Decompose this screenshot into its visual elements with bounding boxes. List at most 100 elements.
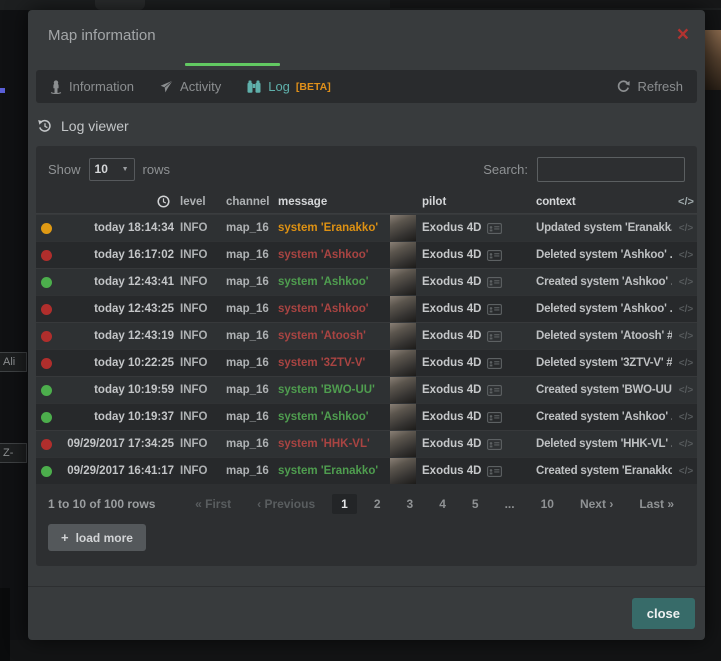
tab-label: Log (268, 79, 290, 94)
table-row[interactable]: today 12:43:19 INFO map_16 system 'Atoos… (36, 322, 697, 349)
clock-icon (157, 195, 170, 208)
tab-bar: Information Activity Log [BETA] (36, 70, 697, 103)
code-icon[interactable]: </> (674, 439, 697, 450)
log-context: Deleted system 'Atoosh' #... (536, 330, 672, 342)
code-icon[interactable]: </> (674, 304, 697, 315)
log-level: INFO (180, 411, 222, 423)
page-button[interactable]: 10 (532, 494, 563, 514)
status-dot-icon (41, 466, 52, 477)
page-size-select[interactable]: 10 ▼ (89, 158, 135, 181)
page-button[interactable]: 4 (430, 494, 455, 514)
code-icon[interactable]: </> (674, 223, 697, 234)
status-dot-icon (41, 304, 52, 315)
table-row[interactable]: today 10:19:59 INFO map_16 system 'BWO-U… (36, 376, 697, 403)
load-more-label: load more (76, 531, 133, 545)
previous-page-button[interactable]: ‹ Previous (248, 494, 324, 514)
log-viewer-heading: Log viewer (38, 116, 695, 136)
page-button[interactable]: 2 (365, 494, 390, 514)
table-row[interactable]: today 18:14:34 INFO map_16 system 'Erana… (36, 214, 697, 241)
log-time: today 12:43:25 (56, 303, 174, 315)
refresh-button[interactable]: Refresh (617, 79, 683, 94)
tab-activity[interactable]: Activity (160, 79, 221, 94)
code-icon[interactable]: </> (674, 277, 697, 288)
table-row[interactable]: today 10:22:25 INFO map_16 system '3ZTV-… (36, 349, 697, 376)
page-ellipsis[interactable]: ... (496, 494, 524, 514)
page-button[interactable]: 5 (463, 494, 488, 514)
pagination: 1 to 10 of 100 rows « First ‹ Previous 1… (36, 493, 697, 515)
pilot-name: Exodus 4D (422, 249, 481, 261)
page-size-value: 10 (95, 162, 108, 176)
tab-information[interactable]: Information (50, 79, 134, 94)
refresh-label: Refresh (637, 79, 683, 94)
section-title: Log viewer (61, 118, 129, 134)
refresh-icon (617, 80, 630, 93)
code-icon[interactable]: </> (674, 385, 697, 396)
status-dot-icon (41, 277, 52, 288)
table-controls: Show 10 ▼ rows Search: (36, 156, 697, 182)
table-row[interactable]: today 12:43:41 INFO map_16 system 'Ashko… (36, 268, 697, 295)
id-card-icon (487, 304, 502, 315)
code-icon[interactable]: </> (674, 466, 697, 477)
log-level: INFO (180, 303, 222, 315)
code-icon[interactable]: </> (674, 250, 697, 261)
table-row[interactable]: today 12:43:25 INFO map_16 system 'Ashko… (36, 295, 697, 322)
tab-label: Activity (180, 79, 221, 94)
id-card-icon (487, 250, 502, 261)
code-icon[interactable]: </> (674, 331, 697, 342)
close-icon[interactable]: × (677, 27, 689, 43)
log-level: INFO (180, 222, 222, 234)
log-time: 09/29/2017 16:41:17 (56, 465, 174, 477)
log-time: today 10:19:37 (56, 411, 174, 423)
background-bottom-left-box (0, 588, 10, 661)
time-column-header[interactable] (56, 195, 174, 208)
code-icon[interactable]: </> (674, 412, 697, 423)
code-icon[interactable]: </> (674, 358, 697, 369)
first-page-button[interactable]: « First (186, 494, 240, 514)
pilot-column-header[interactable]: pilot (390, 196, 532, 208)
log-time: today 10:22:25 (56, 357, 174, 369)
background-system-label: Ali (0, 352, 27, 372)
id-card-icon (487, 439, 502, 450)
log-context: Deleted system 'Ashkoo' ... (536, 303, 672, 315)
pilot-avatar (390, 377, 416, 403)
pilot-name: Exodus 4D (422, 222, 481, 234)
page-button[interactable]: 3 (398, 494, 423, 514)
status-dot-icon (41, 250, 52, 261)
page-button[interactable]: 1 (332, 494, 357, 514)
table-row[interactable]: 09/29/2017 16:41:17 INFO map_16 system '… (36, 457, 697, 484)
log-channel: map_16 (226, 357, 274, 369)
dialog-title: Map information (48, 27, 156, 44)
context-column-header[interactable]: context (536, 196, 672, 208)
pilot-avatar (390, 215, 416, 241)
table-row[interactable]: 09/29/2017 17:34:25 INFO map_16 system '… (36, 430, 697, 457)
table-row[interactable]: today 10:19:37 INFO map_16 system 'Ashko… (36, 403, 697, 430)
log-level: INFO (180, 438, 222, 450)
level-column-header[interactable]: level (180, 196, 222, 208)
log-channel: map_16 (226, 438, 274, 450)
code-column-header[interactable]: </> (674, 196, 697, 208)
close-button[interactable]: close (632, 598, 695, 629)
log-time: today 10:19:59 (56, 384, 174, 396)
pilot-avatar (390, 242, 416, 268)
id-card-icon (487, 277, 502, 288)
tab-log[interactable]: Log [BETA] (247, 79, 331, 94)
load-more-button[interactable]: + load more (48, 524, 146, 551)
pilot-name: Exodus 4D (422, 276, 481, 288)
next-page-button[interactable]: Next › (571, 494, 622, 514)
last-page-button[interactable]: Last » (630, 494, 683, 514)
channel-column-header[interactable]: channel (226, 196, 274, 208)
table-row[interactable]: today 16:17:02 INFO map_16 system 'Ashko… (36, 241, 697, 268)
search-input[interactable] (537, 157, 685, 182)
log-channel: map_16 (226, 384, 274, 396)
status-dot-icon (41, 385, 52, 396)
dialog-header: Map information × (28, 10, 705, 60)
background-top-blob (95, 0, 145, 10)
message-column-header[interactable]: message (278, 196, 390, 208)
pagination-info: 1 to 10 of 100 rows (48, 497, 155, 511)
dialog-footer: close (28, 586, 705, 640)
log-level: INFO (180, 330, 222, 342)
id-card-icon (487, 223, 502, 234)
pilot-avatar (390, 404, 416, 430)
log-level: INFO (180, 276, 222, 288)
id-card-icon (487, 358, 502, 369)
